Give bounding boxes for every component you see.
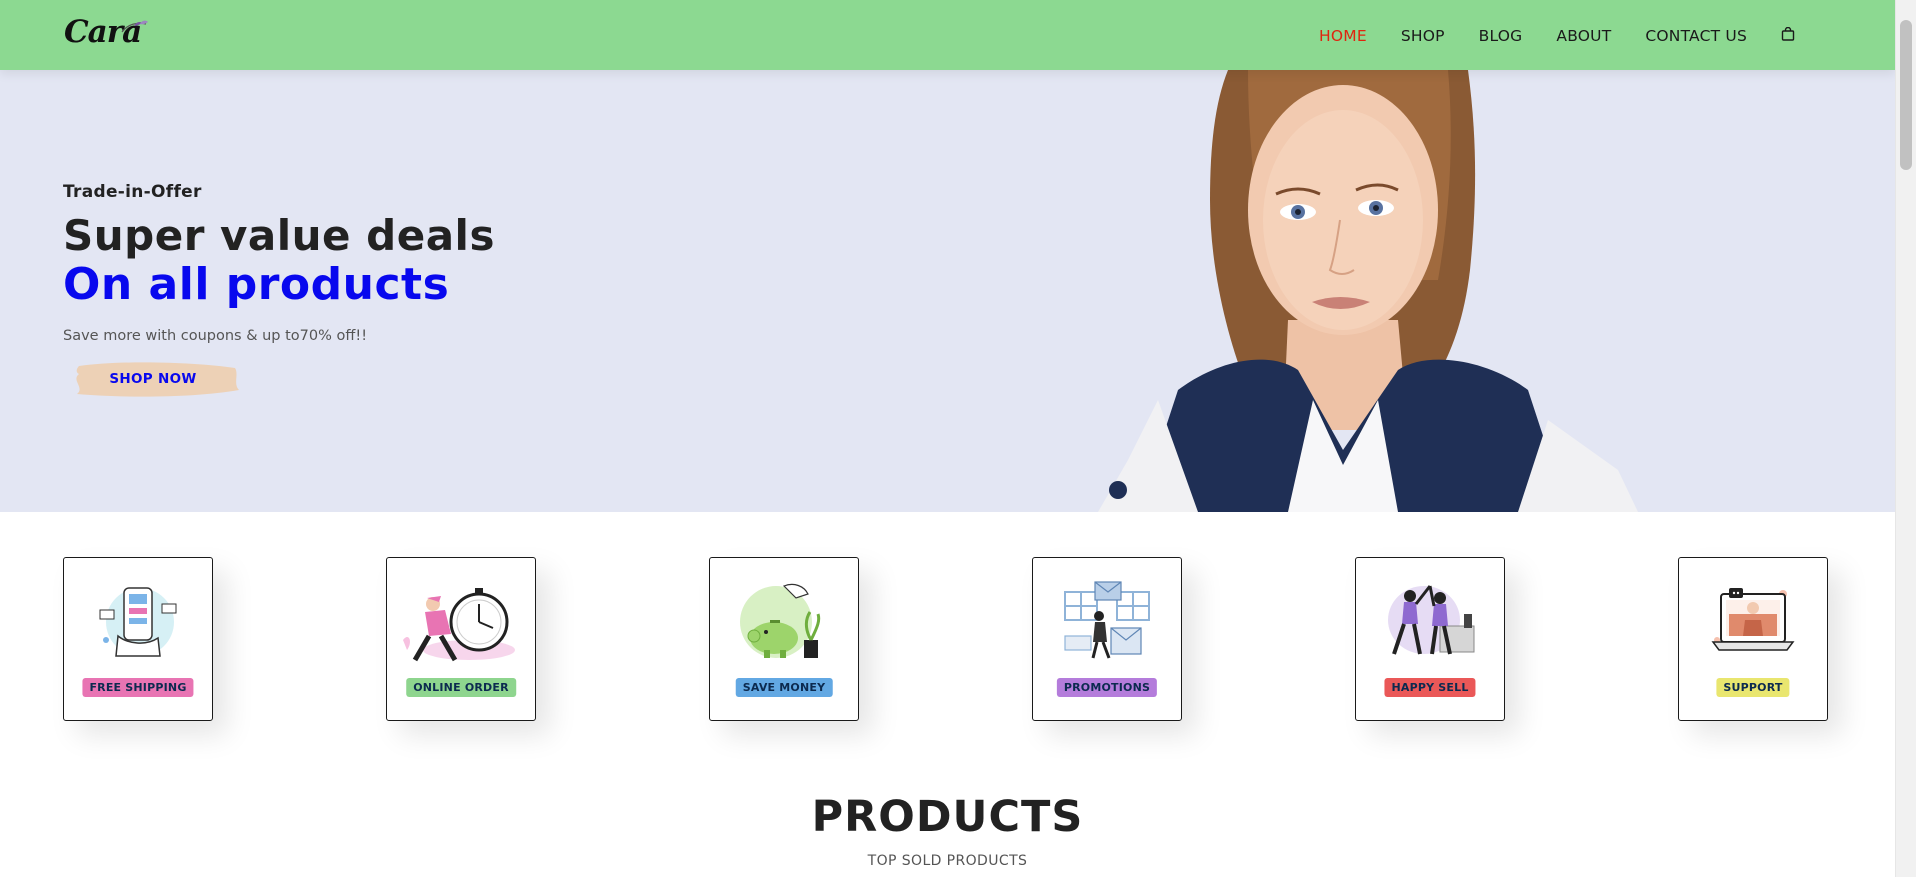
products-subtitle: TOP SOLD PRODUCTS <box>867 853 1028 869</box>
shop-now-button[interactable]: SHOP NOW <box>63 358 243 400</box>
promotions-icon <box>1064 581 1150 659</box>
nav-item-cart <box>1781 26 1795 45</box>
nav-item-contact: CONTACT US <box>1645 26 1747 45</box>
hero-model-image <box>1098 70 1638 512</box>
feature-label-free-shipping: FREE SHIPPING <box>82 678 194 697</box>
nav-item-shop: SHOP <box>1401 26 1445 45</box>
online-order-icon <box>403 588 515 662</box>
feature-card-support[interactable]: SUPPORT <box>1678 557 1828 721</box>
products-title: PRODUCTS <box>811 792 1084 842</box>
support-icon <box>1711 588 1795 651</box>
feature-label-save-money: SAVE MONEY <box>735 678 833 697</box>
scrollbar-thumb[interactable] <box>1900 20 1912 170</box>
nav-link-about[interactable]: ABOUT <box>1556 27 1611 45</box>
nav-link-home[interactable]: HOME <box>1319 27 1367 45</box>
feature-card-free-shipping[interactable]: FREE SHIPPING <box>63 557 213 721</box>
feature-label-support: SUPPORT <box>1716 678 1790 697</box>
feature-card-promotions[interactable]: PROMOTIONS <box>1032 557 1182 721</box>
nav-link-contact[interactable]: CONTACT US <box>1645 27 1747 45</box>
nav-item-about: ABOUT <box>1556 26 1611 45</box>
free-shipping-icon <box>99 587 177 657</box>
happy-sell-icon <box>1388 585 1475 655</box>
page-scrollbar[interactable] <box>1895 0 1916 877</box>
hero-banner: Trade-in-Offer Super value deals On all … <box>0 70 1895 512</box>
nav-link-shop[interactable]: SHOP <box>1401 27 1445 45</box>
feature-label-online-order: ONLINE ORDER <box>406 678 516 697</box>
save-money-icon <box>740 583 821 658</box>
cart-link[interactable] <box>1781 26 1795 45</box>
hero-headline: Super value deals <box>63 211 495 260</box>
page: Cara HOME SHOP BLOG ABOUT CONTACT US Tra… <box>0 0 1916 877</box>
main-nav: HOME SHOP BLOG ABOUT CONTACT US <box>1319 0 1795 70</box>
feature-card-online-order[interactable]: ONLINE ORDER <box>386 557 536 721</box>
nav-item-home: HOME <box>1319 26 1367 45</box>
hero-kicker: Trade-in-Offer <box>63 182 202 202</box>
hero-text: Trade-in-Offer Super value deals On all … <box>63 182 763 404</box>
shopping-bag-icon <box>1781 26 1795 41</box>
feature-label-promotions: PROMOTIONS <box>1056 678 1158 697</box>
shop-now-label: SHOP NOW <box>109 371 197 387</box>
logo-leaf-icon <box>121 20 148 33</box>
feature-card-save-money[interactable]: SAVE MONEY <box>709 557 859 721</box>
hero-description: Save more with coupons & up to70% off!! <box>63 328 368 344</box>
features-row: FREE SHIPPING ONLINE ORDER SAVE MONEY PR… <box>63 557 1829 721</box>
feature-label-happy-sell: HAPPY SELL <box>1384 678 1476 697</box>
feature-card-happy-sell[interactable]: HAPPY SELL <box>1355 557 1505 721</box>
nav-item-blog: BLOG <box>1479 26 1523 45</box>
nav-link-blog[interactable]: BLOG <box>1479 27 1523 45</box>
hero-subheadline: On all products <box>63 259 450 310</box>
site-header: Cara HOME SHOP BLOG ABOUT CONTACT US <box>0 0 1895 70</box>
logo[interactable]: Cara <box>64 12 150 56</box>
